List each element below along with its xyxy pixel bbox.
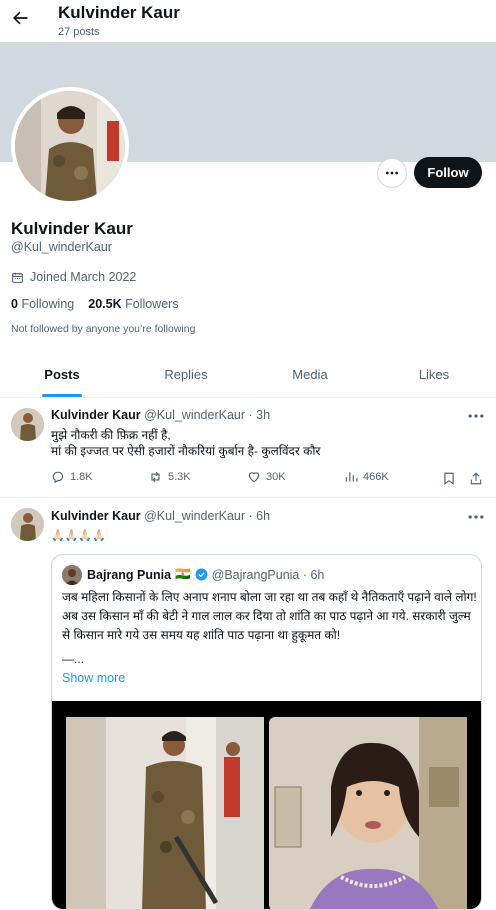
post-text-line: मुझे नौकरी की फ़िक्र नहीं है,: [51, 428, 171, 442]
tab-label: Media: [292, 367, 328, 382]
views-count: 466K: [363, 471, 389, 483]
quote-author: Bajrang Punia: [87, 567, 172, 582]
tab-likes[interactable]: Likes: [372, 352, 496, 397]
tab-replies[interactable]: Replies: [124, 352, 248, 397]
india-flag-icon: 🇮🇳: [175, 567, 191, 581]
tab-label: Replies: [164, 367, 208, 382]
tab-label: Posts: [44, 367, 80, 382]
reply-button[interactable]: 1.8K: [51, 470, 93, 484]
tab-posts[interactable]: Posts: [0, 352, 124, 397]
tab-media[interactable]: Media: [248, 352, 372, 397]
followers-count: 20.5K: [88, 297, 122, 311]
quote-avatar: [62, 565, 82, 585]
share-icon[interactable]: [469, 471, 483, 486]
back-arrow-icon[interactable]: [10, 8, 30, 28]
quote-dash: —...: [62, 652, 85, 666]
followers-label: Followers: [125, 297, 179, 311]
post-actions: 1.8K 5.3K 30K 466K: [51, 470, 487, 488]
profile-tabs: Posts Replies Media Likes: [0, 352, 496, 398]
post-handle-time[interactable]: @Kul_winderKaur · 6h: [144, 509, 270, 523]
post-more-icon[interactable]: [466, 409, 486, 423]
header-name: Kulvinder Kaur: [58, 3, 180, 22]
post-author[interactable]: Kulvinder Kaur: [51, 408, 141, 422]
media-image-left[interactable]: [66, 717, 264, 910]
quoted-post[interactable]: Bajrang Punia 🇮🇳 @BajrangPunia · 6h जब म…: [51, 554, 482, 910]
post-avatar[interactable]: [11, 508, 44, 541]
top-bar: Kulvinder Kaur 27 posts: [0, 0, 496, 42]
profile-name: Kulvinder Kaur: [11, 219, 133, 238]
like-count: 30K: [266, 471, 286, 483]
show-more-link[interactable]: Show more: [62, 671, 125, 685]
repost-icon: [151, 471, 160, 483]
post-emoji-text: 🙏🏻🙏🏻🙏🏻🙏🏻: [51, 530, 106, 542]
post-more-icon[interactable]: [466, 510, 486, 524]
followers-link[interactable]: 20.5K Followers: [88, 297, 178, 311]
views-chart-icon: [345, 472, 358, 482]
joined-text: Joined March 2022: [30, 270, 137, 284]
heart-icon: [248, 472, 260, 483]
like-button[interactable]: 30K: [247, 470, 286, 484]
following-count: 0: [11, 297, 18, 311]
media-image-right[interactable]: [269, 717, 467, 910]
calendar-icon: [12, 272, 23, 283]
following-label: Following: [21, 297, 75, 311]
repost-button[interactable]: 5.3K: [148, 470, 191, 484]
quote-text: जब महिला किसानों के लिए अनाप शनाप बोला ज…: [62, 590, 477, 642]
follow-button[interactable]: Follow: [414, 157, 482, 188]
not-followed-note: Not followed by anyone you’re following: [11, 323, 196, 335]
post-header: Kulvinder Kaur @Kul_winderKaur · 3h: [51, 408, 270, 422]
header-post-count: 27 posts: [58, 26, 100, 38]
active-tab-indicator: [42, 394, 82, 397]
bookmark-icon[interactable]: [442, 471, 456, 486]
profile-handle: @Kul_winderKaur: [11, 240, 112, 254]
reply-icon: [52, 471, 64, 484]
post-text-line: मां की इज्जत पर ऐसी हजारों नौकरियां कुर्…: [51, 444, 321, 458]
profile-avatar[interactable]: [11, 87, 129, 205]
quote-header: Bajrang Punia 🇮🇳 @BajrangPunia · 6h: [87, 567, 324, 582]
quote-media[interactable]: [52, 701, 481, 910]
quote-handle-time: @BajrangPunia · 6h: [211, 567, 325, 582]
post-avatar[interactable]: [11, 408, 44, 441]
reply-count: 1.8K: [70, 471, 93, 483]
post-author[interactable]: Kulvinder Kaur: [51, 509, 141, 523]
post-text: मुझे नौकरी की फ़िक्र नहीं है, मां की इज्…: [51, 427, 320, 459]
post-handle-time[interactable]: @Kul_winderKaur · 3h: [144, 408, 270, 422]
views-button[interactable]: 466K: [344, 470, 389, 484]
tab-label: Likes: [418, 367, 450, 382]
more-options-button[interactable]: [377, 158, 407, 188]
post[interactable]: Kulvinder Kaur @Kul_winderKaur · 3h मुझे…: [0, 398, 496, 498]
following-link[interactable]: 0 Following: [11, 297, 74, 311]
joined-date: Joined March 2022: [11, 270, 136, 284]
repost-count: 5.3K: [168, 471, 191, 483]
follow-stats: 0 Following 20.5K Followers: [11, 297, 179, 311]
verified-badge-icon: [195, 568, 208, 581]
post-header: Kulvinder Kaur @Kul_winderKaur · 6h: [51, 509, 270, 523]
more-dots-icon: [386, 171, 398, 175]
